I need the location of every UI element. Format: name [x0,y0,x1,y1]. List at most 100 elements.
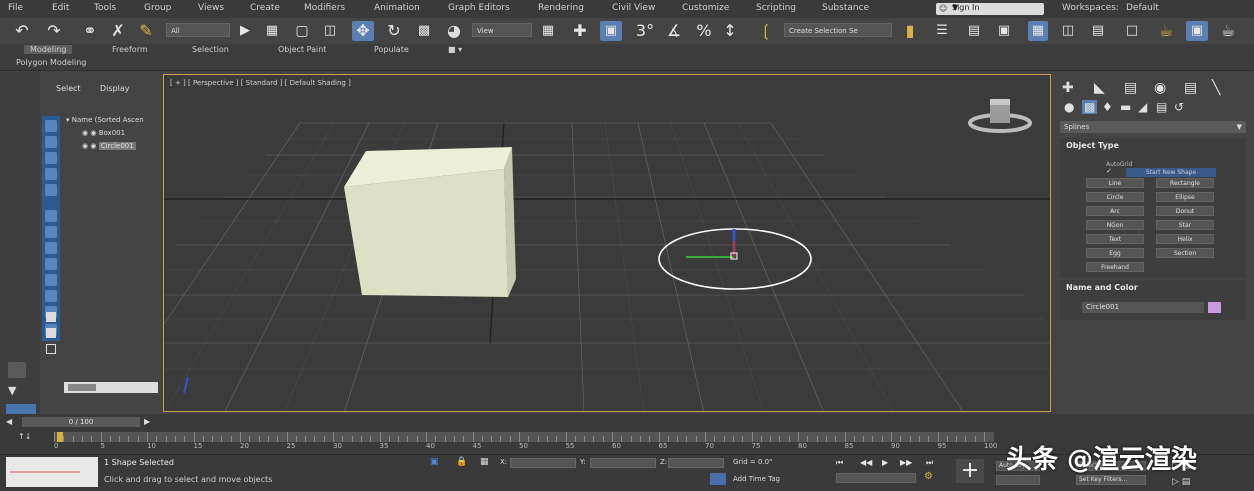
render-teapot-icon[interactable]: ☕ [1218,21,1238,41]
frame-counter[interactable]: 0 / 100 [22,417,140,427]
start-new-shape-checkbox[interactable]: ✓ [1106,167,1112,175]
tab-select[interactable]: Select [56,84,81,93]
tab-freeform[interactable]: Freeform [112,45,148,54]
lock-icon[interactable]: 🔒 [456,457,467,467]
spacewarps-icon[interactable]: ▤ [1156,100,1167,114]
menu-file[interactable]: File [8,3,23,13]
curve-editor-icon[interactable]: ▦ [1028,21,1048,41]
mirror-icon[interactable]: ▮ [900,21,920,41]
visibility-icon[interactable]: ◉ [82,129,88,137]
pivot-icon[interactable]: ▦ [538,21,558,41]
perspective-viewport[interactable]: [ + ] [ Perspective ] [ Standard ] [ Def… [163,74,1051,412]
helix-button[interactable]: Helix [1156,234,1214,244]
modify-tab-icon[interactable]: ◣ [1094,80,1105,96]
arc-button[interactable]: Arc [1086,206,1144,216]
create-tab-icon[interactable]: ✚ [1062,80,1074,96]
scale-icon[interactable]: ▩ [414,21,434,41]
menu-create[interactable]: Create [250,3,280,13]
menu-group[interactable]: Group [144,3,171,13]
render-frame-icon[interactable]: ☕ [1156,21,1176,41]
ellipse-button[interactable]: Ellipse [1156,192,1214,202]
play-icon[interactable]: ▶ [882,458,888,467]
systems-icon[interactable]: ↺ [1174,100,1184,114]
display-groups-icon[interactable] [45,226,57,238]
circle-button[interactable]: Circle [1086,192,1144,202]
current-frame-field[interactable] [836,473,916,483]
rect-select-icon[interactable]: ▢ [292,21,312,41]
menu-tools[interactable]: Tools [94,3,116,13]
named-selection-dropdown[interactable]: Create Selection Se [784,23,892,37]
x-coord-field[interactable] [510,458,576,468]
display-spacewarps-icon[interactable] [45,210,57,222]
link-icon[interactable]: ⚭ [80,21,100,41]
tab-selection[interactable]: Selection [192,45,229,54]
menu-substance[interactable]: Substance [822,3,869,13]
menu-rendering[interactable]: Rendering [538,3,584,13]
viewport-layout-icon[interactable] [8,362,26,378]
ref-coord-dropdown[interactable]: View [472,23,532,37]
render-setup-icon[interactable]: □ [1122,21,1142,41]
select-by-name-icon[interactable]: ▦ [262,21,282,41]
freehand-button[interactable]: Freehand [1086,262,1144,272]
display-geometry-icon[interactable] [45,120,57,132]
list-header[interactable]: ▾ Name (Sorted Ascen [66,116,144,124]
go-to-start-icon[interactable]: ⏮ [836,458,843,468]
cameras-icon[interactable]: ▬ [1120,100,1131,114]
object-color-swatch[interactable] [1208,302,1221,313]
angle-snap-icon[interactable]: ∡ [664,21,684,41]
undo-icon[interactable]: ↶ [12,21,32,41]
menu-customize[interactable]: Customize [682,3,729,13]
display-lights-icon[interactable] [45,152,57,164]
rectangle-button[interactable]: Rectangle [1156,178,1214,188]
select-icon[interactable]: ▶ [236,21,254,41]
unlink-icon[interactable]: ✗ [108,21,128,41]
filter-icon[interactable]: ▼ [8,384,26,400]
z-coord-field[interactable] [668,458,724,468]
display-tab-icon[interactable]: ▤ [1184,80,1197,96]
menu-views[interactable]: Views [198,3,224,13]
manipulate-icon[interactable]: ✚ [570,21,590,41]
placement-icon[interactable]: ◕ [444,21,464,41]
next-frame-icon[interactable]: ▶ [144,417,150,426]
edit-named-sel-icon[interactable]: ❲ [756,21,776,41]
window-crossing-icon[interactable]: ◫ [320,21,340,41]
workspaces-value[interactable]: Default [1126,3,1159,13]
tab-display[interactable]: Display [100,84,130,93]
menu-animation[interactable]: Animation [374,3,420,13]
maxscript-listener[interactable] [6,457,98,487]
scrollbar-thumb[interactable] [68,384,96,391]
timeline-toggle-icon[interactable]: ↑↓ [18,432,31,441]
menu-edit[interactable]: Edit [52,3,69,13]
time-config-icon[interactable]: ⚙ [924,471,933,482]
spinner-snap-icon[interactable]: ↕ [720,21,740,41]
visibility-icon[interactable]: ◉ [82,142,88,150]
time-slider[interactable] [57,432,63,442]
display-none-icon[interactable] [46,312,56,322]
sync-selection-icon[interactable] [46,344,56,354]
ngon-button[interactable]: NGon [1086,220,1144,230]
display-containers-icon[interactable] [45,274,57,286]
explorer-scrollbar[interactable] [64,382,158,393]
viewport-label[interactable]: [ + ] [ Perspective ] [ Standard ] [ Def… [170,79,351,87]
next-key-icon[interactable]: ▶▶ [900,458,912,467]
egg-button[interactable]: Egg [1086,248,1144,258]
motion-tab-icon[interactable]: ◉ [1154,80,1166,96]
move-icon[interactable]: ✥ [352,21,374,41]
rotate-icon[interactable]: ↻ [384,21,404,41]
time-tag-icon[interactable] [710,473,726,485]
prev-frame-icon[interactable]: ◀ [6,417,12,426]
isolate-icon[interactable]: ▣ [430,457,439,467]
menu-graph-editors[interactable]: Graph Editors [448,3,510,13]
ribbon-options-icon[interactable]: ■ ▾ [448,45,462,54]
display-cameras-icon[interactable] [45,168,57,180]
menu-modifiers[interactable]: Modifiers [304,3,345,13]
material-editor-icon[interactable]: ▤ [1088,21,1108,41]
key-mode-icon[interactable]: + [956,459,984,483]
list-item-circle001[interactable]: ◉ ◉ Circle001 [82,142,136,150]
selection-filter-dropdown[interactable]: All [166,23,230,37]
schematic-icon[interactable]: ◫ [1058,21,1078,41]
hierarchy-tab-icon[interactable]: ▤ [1124,80,1137,96]
tab-populate[interactable]: Populate [374,45,409,54]
snap-icon[interactable]: 3° [634,21,656,41]
lights-icon[interactable]: ♦ [1102,100,1113,114]
